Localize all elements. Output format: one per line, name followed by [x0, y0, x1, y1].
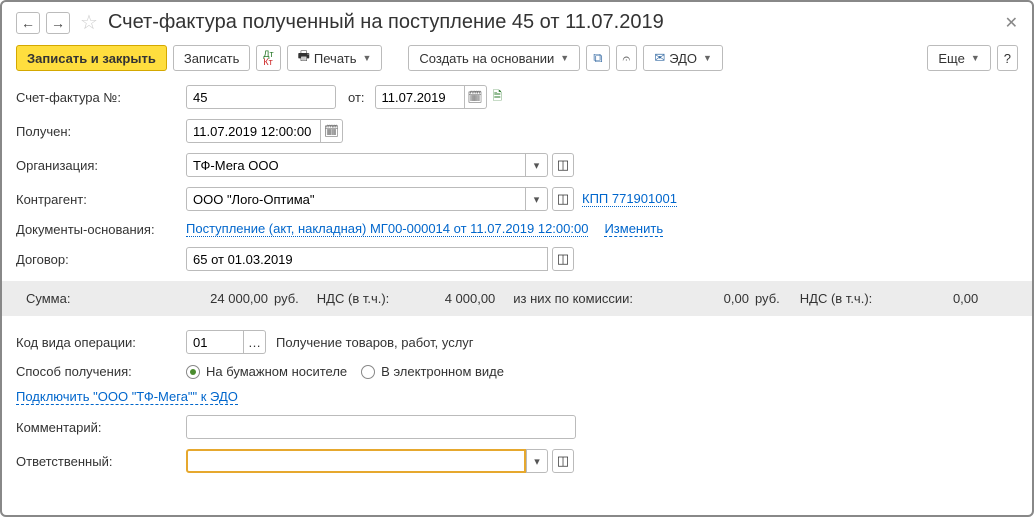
create-based-label: Создать на основании — [419, 51, 554, 66]
structure-button[interactable]: ⧉ — [586, 45, 609, 71]
edo-label: ЭДО — [669, 51, 697, 66]
op-code-label: Код вида операции: — [16, 335, 186, 350]
received-label: Получен: — [16, 124, 186, 139]
op-code-input[interactable] — [186, 330, 244, 354]
invoice-no-input[interactable] — [186, 85, 336, 109]
invoice-no-label: Счет-фактура №: — [16, 90, 186, 105]
calendar-button[interactable]: 🗓 — [465, 85, 487, 109]
calendar-icon: 🗓 — [324, 124, 339, 138]
received-input[interactable] — [186, 119, 321, 143]
open-button[interactable]: ◫ — [552, 449, 574, 473]
responsible-input[interactable] — [186, 449, 526, 473]
dropdown-button[interactable]: ▾ — [526, 153, 548, 177]
radio-paper[interactable] — [186, 365, 200, 379]
favorite-icon[interactable]: ☆ — [80, 10, 98, 35]
print-label: Печать — [314, 51, 357, 66]
radio-paper-label: На бумажном носителе — [206, 364, 347, 379]
org-input[interactable] — [186, 153, 526, 177]
contract-label: Договор: — [16, 252, 186, 267]
open-button[interactable]: ◫ — [552, 247, 574, 271]
document-status-icon: 🗎 — [493, 87, 503, 108]
contract-input[interactable] — [186, 247, 548, 271]
edo-connect-link[interactable]: Подключить "ООО "ТФ-Мега"" к ЭДО — [16, 389, 238, 405]
kpp-link[interactable]: КПП 771901001 — [582, 191, 677, 207]
more-button[interactable]: Еще ▼ — [927, 45, 990, 71]
radio-electronic[interactable] — [361, 365, 375, 379]
nds2-value: 0,00 — [878, 291, 978, 306]
open-button[interactable]: ◫ — [552, 187, 574, 211]
receive-method-label: Способ получения: — [16, 364, 186, 379]
from-label: от: — [348, 90, 365, 105]
ellipsis-icon: … — [248, 335, 261, 350]
chevron-down-icon: ▼ — [971, 53, 980, 63]
edo-button[interactable]: ✉ ЭДО ▼ — [643, 45, 723, 71]
forward-button[interactable]: → — [46, 12, 70, 34]
change-link[interactable]: Изменить — [604, 221, 663, 237]
org-label: Организация: — [16, 158, 186, 173]
chevron-down-icon: ▼ — [560, 53, 569, 63]
more-label: Еще — [938, 51, 964, 66]
open-button[interactable]: ◫ — [552, 153, 574, 177]
dtkt-icon: ДтКт — [263, 50, 273, 66]
calendar-button[interactable]: 🗓 — [321, 119, 343, 143]
paperclip-icon: 𝄐 — [623, 50, 631, 67]
commission-label: из них по комиссии: — [513, 291, 633, 306]
open-icon: ◫ — [557, 191, 569, 207]
counterparty-label: Контрагент: — [16, 192, 186, 207]
save-button[interactable]: Записать — [173, 45, 251, 71]
dtkt-button[interactable]: ДтКт — [256, 45, 280, 71]
chevron-down-icon: ▼ — [703, 53, 712, 63]
rub-label: руб. — [755, 291, 780, 306]
open-icon: ◫ — [557, 251, 569, 267]
save-close-button[interactable]: Записать и закрыть — [16, 45, 167, 71]
sum-value: 24 000,00 — [188, 291, 268, 306]
radio-electronic-label: В электронном виде — [381, 364, 504, 379]
back-button[interactable]: ← — [16, 12, 40, 34]
op-code-desc: Получение товаров, работ, услуг — [276, 335, 474, 350]
dropdown-button[interactable]: ▾ — [526, 449, 548, 473]
nds2-label: НДС (в т.ч.): — [800, 291, 873, 306]
edo-icon: ✉ — [654, 50, 665, 66]
page-title: Счет-фактура полученный на поступление 4… — [108, 11, 999, 34]
from-date-input[interactable] — [375, 85, 465, 109]
rub-label: руб. — [274, 291, 299, 306]
comment-label: Комментарий: — [16, 420, 186, 435]
nds-value: 4 000,00 — [395, 291, 495, 306]
attachment-button[interactable]: 𝄐 — [616, 45, 638, 71]
help-button[interactable]: ? — [997, 45, 1018, 71]
comment-input[interactable] — [186, 415, 576, 439]
basis-doc-link[interactable]: Поступление (акт, накладная) МГ00-000014… — [186, 221, 588, 237]
print-button[interactable]: 🖶 Печать ▼ — [287, 45, 383, 71]
close-button[interactable]: ✕ — [1005, 13, 1018, 33]
create-based-button[interactable]: Создать на основании ▼ — [408, 45, 580, 71]
calendar-icon: 🗓 — [467, 90, 482, 104]
chevron-down-icon: ▾ — [534, 159, 540, 172]
print-icon: 🖶 — [298, 47, 310, 69]
chevron-down-icon: ▾ — [534, 455, 540, 468]
open-icon: ◫ — [557, 453, 569, 469]
structure-icon: ⧉ — [593, 50, 602, 66]
basis-label: Документы-основания: — [16, 222, 186, 237]
nds-label: НДС (в т.ч.): — [317, 291, 390, 306]
lookup-button[interactable]: … — [244, 330, 266, 354]
chevron-down-icon: ▼ — [363, 53, 372, 63]
open-icon: ◫ — [557, 157, 569, 173]
dropdown-button[interactable]: ▾ — [526, 187, 548, 211]
commission-value: 0,00 — [639, 291, 749, 306]
chevron-down-icon: ▾ — [534, 193, 540, 206]
sum-label: Сумма: — [12, 291, 182, 306]
responsible-label: Ответственный: — [16, 454, 186, 469]
counterparty-input[interactable] — [186, 187, 526, 211]
